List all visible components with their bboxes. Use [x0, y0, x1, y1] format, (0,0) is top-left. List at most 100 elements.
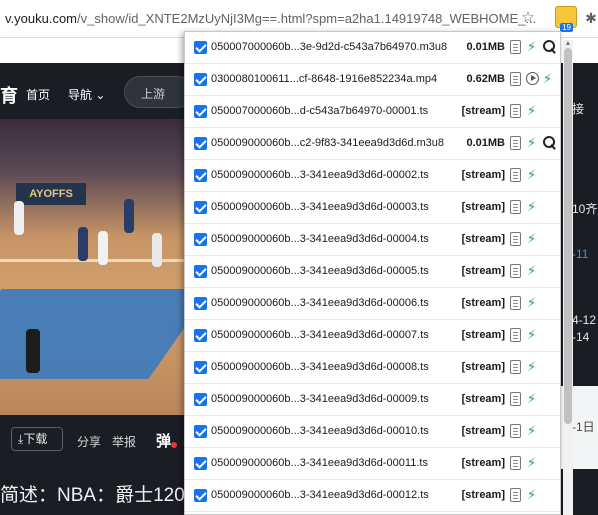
scrollbar-thumb[interactable]: [564, 48, 572, 424]
file-size: [stream]: [461, 393, 505, 405]
file-size: 0.01MB: [466, 137, 505, 149]
referee-figure: [26, 329, 40, 373]
media-row[interactable]: 050009000060b...c2-9f83-341eea9d3d6d.m3u…: [185, 128, 560, 160]
copy-icon[interactable]: [510, 488, 521, 502]
puzzle-icon[interactable]: ✱: [582, 9, 598, 27]
copy-icon[interactable]: [510, 40, 521, 54]
file-name: 050009000060b...3-341eea9d3d6d-00003.ts: [211, 201, 429, 213]
download-icon[interactable]: ⚡: [527, 135, 539, 151]
play-icon[interactable]: [526, 72, 539, 85]
media-row[interactable]: 050009000060b...3-341eea9d3d6d-00008.ts […: [185, 352, 560, 384]
nav-home[interactable]: 首页: [26, 86, 50, 103]
copy-icon[interactable]: [510, 360, 521, 374]
media-row[interactable]: 050009000060b...3-341eea9d3d6d-00009.ts […: [185, 384, 560, 416]
row-checkbox[interactable]: [194, 425, 207, 438]
url-host: v.youku.com: [5, 11, 78, 26]
copy-icon[interactable]: [510, 328, 521, 342]
copy-icon[interactable]: [510, 168, 521, 182]
media-row[interactable]: 050009000060b...3-341eea9d3d6d-00006.ts […: [185, 288, 560, 320]
star-icon[interactable]: ☆: [519, 9, 537, 27]
download-icon[interactable]: ⚡: [527, 423, 539, 439]
address-bar[interactable]: v.youku.com/v_show/id_XNTE2MzUyNjI3Mg==.…: [5, 11, 536, 26]
nav-guide-label: 导航: [68, 88, 93, 102]
file-size: [stream]: [461, 201, 505, 213]
search-icon[interactable]: [543, 40, 557, 54]
media-row[interactable]: 050009000060b...3-341eea9d3d6d-00012.ts […: [185, 480, 560, 512]
download-icon[interactable]: ⚡: [527, 103, 539, 119]
row-checkbox[interactable]: [194, 201, 207, 214]
download-icon[interactable]: ⚡: [527, 487, 539, 503]
media-row[interactable]: 050007000060b...3e-9d2d-c543a7b64970.m3u…: [185, 32, 560, 64]
media-row[interactable]: 0300080100611...cf-8648-1916e852234a.mp4…: [185, 64, 560, 96]
right-label: -1日: [572, 420, 595, 434]
right-label: -11: [572, 247, 589, 261]
copy-icon[interactable]: [510, 232, 521, 246]
download-icon[interactable]: ⚡: [527, 327, 539, 343]
copy-icon[interactable]: [510, 264, 521, 278]
download-icon[interactable]: ⚡: [527, 391, 539, 407]
row-checkbox[interactable]: [194, 489, 207, 502]
download-icon[interactable]: ⚡: [527, 231, 539, 247]
download-button[interactable]: ⤓下载: [11, 427, 63, 451]
download-icon[interactable]: ⚡: [527, 295, 539, 311]
player-figure: [14, 201, 24, 235]
download-icon[interactable]: ⚡: [527, 199, 539, 215]
media-row[interactable]: 050009000060b...3-341eea9d3d6d-00005.ts […: [185, 256, 560, 288]
download-icon[interactable]: ⚡: [527, 167, 539, 183]
file-name: 050009000060b...3-341eea9d3d6d-00010.ts: [211, 425, 429, 437]
copy-icon[interactable]: [510, 200, 521, 214]
download-icon[interactable]: ⚡: [543, 71, 555, 87]
row-checkbox[interactable]: [194, 73, 207, 86]
media-row[interactable]: 050009000060b...3-341eea9d3d6d-00011.ts […: [185, 448, 560, 480]
row-checkbox[interactable]: [194, 169, 207, 182]
file-name: 050009000060b...3-341eea9d3d6d-00007.ts: [211, 329, 429, 341]
video-player[interactable]: AYOFFS: [0, 119, 190, 415]
download-icon[interactable]: ⚡: [527, 359, 539, 375]
report-button[interactable]: 举报: [112, 433, 136, 450]
media-row[interactable]: 050007000060b...d-c543a7b64970-00001.ts […: [185, 96, 560, 128]
media-row[interactable]: 050009000060b...3-341eea9d3d6d-00003.ts […: [185, 192, 560, 224]
copy-icon[interactable]: [510, 104, 521, 118]
row-checkbox[interactable]: [194, 105, 207, 118]
row-checkbox[interactable]: [194, 361, 207, 374]
row-checkbox[interactable]: [194, 457, 207, 470]
right-label: 4-12: [572, 313, 597, 327]
row-checkbox[interactable]: [194, 137, 207, 150]
file-size: [stream]: [461, 105, 505, 117]
media-row[interactable]: 050009000060b...3-341eea9d3d6d-00004.ts […: [185, 224, 560, 256]
row-checkbox[interactable]: [194, 233, 207, 246]
copy-icon[interactable]: [510, 392, 521, 406]
extension-badge: 19: [560, 23, 573, 32]
copy-icon[interactable]: [510, 136, 521, 150]
file-name: 050009000060b...3-341eea9d3d6d-00008.ts: [211, 361, 429, 373]
media-row[interactable]: 050009000060b...3-341eea9d3d6d-00002.ts […: [185, 160, 560, 192]
file-name: 050007000060b...d-c543a7b64970-00001.ts: [211, 105, 429, 117]
search-icon[interactable]: [543, 136, 557, 150]
row-checkbox[interactable]: [194, 393, 207, 406]
row-checkbox[interactable]: [194, 297, 207, 310]
danmu-toggle[interactable]: 弹: [156, 430, 171, 451]
media-row[interactable]: 050009000060b...3-341eea9d3d6d-00010.ts […: [185, 416, 560, 448]
copy-icon[interactable]: [510, 424, 521, 438]
row-checkbox[interactable]: [194, 329, 207, 342]
file-size: [stream]: [461, 457, 505, 469]
file-name: 0300080100611...cf-8648-1916e852234a.mp4: [211, 73, 438, 85]
file-name: 050009000060b...3-341eea9d3d6d-00002.ts: [211, 169, 429, 181]
row-checkbox[interactable]: [194, 265, 207, 278]
download-icon[interactable]: ⚡: [527, 39, 539, 55]
share-button[interactable]: 分享: [77, 433, 101, 450]
media-row[interactable]: 050009000060b...3-341eea9d3d6d-00007.ts […: [185, 320, 560, 352]
right-label: 接: [572, 102, 585, 116]
row-checkbox[interactable]: [194, 41, 207, 54]
file-name: 050009000060b...3-341eea9d3d6d-00012.ts: [211, 489, 429, 501]
copy-icon[interactable]: [510, 456, 521, 470]
copy-icon[interactable]: [510, 72, 521, 86]
playoffs-banner: AYOFFS: [16, 183, 86, 205]
copy-icon[interactable]: [510, 296, 521, 310]
site-logo[interactable]: 育: [0, 82, 18, 108]
download-icon[interactable]: ⚡: [527, 455, 539, 471]
download-icon[interactable]: ⚡: [527, 263, 539, 279]
file-size: [stream]: [461, 169, 505, 181]
nav-guide[interactable]: 导航 ⌄: [68, 86, 105, 103]
scroll-up-arrow[interactable]: ▲: [563, 40, 573, 48]
